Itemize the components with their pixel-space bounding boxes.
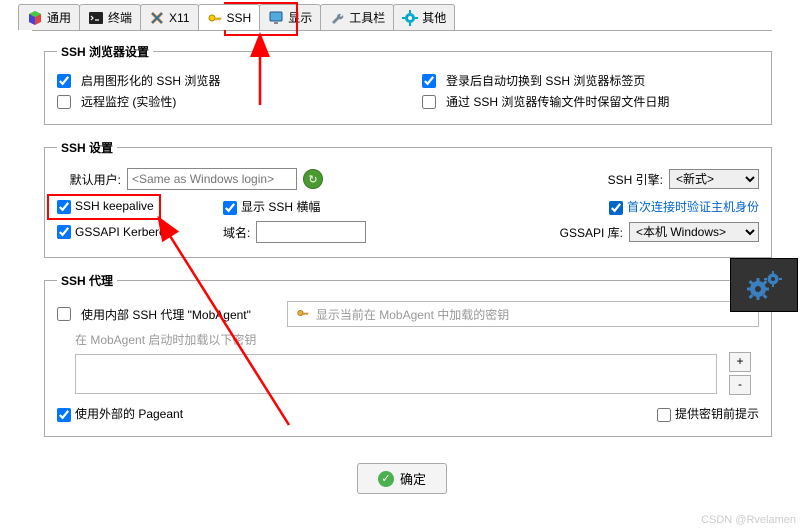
enable-gui-browser-checkbox[interactable] (57, 74, 71, 88)
engine-label: SSH 引擎: (608, 171, 663, 188)
tab-display[interactable]: 显示 (259, 4, 321, 30)
x11-icon (149, 10, 165, 26)
cube-icon (27, 10, 43, 26)
key-icon (296, 306, 310, 323)
tab-toolbar[interactable]: 工具栏 (320, 4, 394, 30)
side-gear-widget[interactable] (730, 258, 798, 312)
prompt-key-label: 提供密钥前提示 (675, 407, 759, 421)
show-banner-label: 显示 SSH 横幅 (241, 200, 320, 214)
tab-label: X11 (169, 11, 189, 25)
tab-ssh[interactable]: SSH (198, 4, 261, 30)
gssapi-label: GSSAPI Kerberos (75, 225, 172, 239)
key-display-text: 显示当前在 MobAgent 中加载的密钥 (316, 306, 509, 323)
verify-host-checkbox[interactable] (609, 201, 623, 215)
show-banner-checkbox[interactable] (223, 201, 237, 215)
domain-label: 域名: (223, 224, 250, 241)
legend: SSH 代理 (57, 272, 117, 289)
keys-textarea[interactable] (75, 354, 717, 394)
ok-button-label: 确定 (400, 469, 426, 488)
auto-switch-checkbox[interactable] (422, 74, 436, 88)
ssh-settings-group: SSH 设置 默认用户: ↻ SSH 引擎: <新式> SSH keepaliv… (44, 139, 772, 258)
gssapi-checkbox[interactable] (57, 225, 71, 239)
enable-gui-browser-label: 启用图形化的 SSH 浏览器 (81, 72, 220, 89)
internal-agent-checkbox[interactable] (57, 307, 71, 321)
default-user-field[interactable] (127, 168, 297, 190)
ok-button[interactable]: ✓ 确定 (357, 463, 447, 494)
monitor-icon (268, 10, 284, 26)
tab-label: 其他 (422, 9, 446, 26)
tab-label: 工具栏 (349, 9, 385, 26)
wrench-icon (329, 10, 345, 26)
watermark: CSDN @Rvelamen (701, 514, 796, 526)
preserve-date-checkbox[interactable] (422, 95, 436, 109)
tab-label: 显示 (288, 9, 312, 26)
ssh-agent-group: SSH 代理 使用内部 SSH 代理 "MobAgent" 显示当前在 MobA… (44, 272, 772, 437)
add-key-button[interactable]: + (729, 352, 751, 372)
prompt-key-checkbox[interactable] (657, 408, 671, 422)
remove-key-button[interactable]: - (729, 375, 751, 395)
engine-select[interactable]: <新式> (669, 169, 759, 189)
gear-icon (402, 10, 418, 26)
tab-bar: 通用 终端 X11 SSH 显示 工具栏 其他 (0, 0, 804, 30)
ok-bar: ✓ 确定 (0, 451, 804, 506)
gssapi-lib-label: GSSAPI 库: (560, 224, 623, 241)
check-icon: ✓ (378, 471, 394, 487)
default-user-label: 默认用户: (57, 171, 121, 188)
keepalive-checkbox[interactable] (57, 200, 71, 214)
tab-other[interactable]: 其他 (393, 4, 455, 30)
tab-label: SSH (227, 11, 252, 25)
domain-field[interactable] (256, 221, 366, 243)
legend: SSH 浏览器设置 (57, 43, 153, 60)
remote-monitor-checkbox[interactable] (57, 95, 71, 109)
reload-button[interactable]: ↻ (303, 169, 323, 189)
tab-label: 通用 (47, 9, 71, 26)
remote-monitor-label: 远程监控 (实验性) (81, 93, 176, 110)
tab-label: 终端 (108, 9, 132, 26)
auto-switch-label: 登录后自动切换到 SSH 浏览器标签页 (446, 72, 645, 89)
legend: SSH 设置 (57, 139, 117, 156)
browser-settings-group: SSH 浏览器设置 启用图形化的 SSH 浏览器 远程监控 (实验性) 登录后自… (44, 43, 772, 125)
tab-general[interactable]: 通用 (18, 4, 80, 30)
tab-terminal[interactable]: 终端 (79, 4, 141, 30)
keepalive-label: SSH keepalive (75, 199, 154, 213)
terminal-icon (88, 10, 104, 26)
verify-host-label: 首次连接时验证主机身份 (627, 200, 759, 214)
load-keys-label: 在 MobAgent 启动时加载以下密钥 (75, 331, 256, 348)
preserve-date-label: 通过 SSH 浏览器传输文件时保留文件日期 (446, 93, 669, 110)
internal-agent-label: 使用内部 SSH 代理 "MobAgent" (81, 306, 251, 323)
tab-x11[interactable]: X11 (140, 4, 198, 30)
key-icon (207, 10, 223, 26)
content-area: SSH 浏览器设置 启用图形化的 SSH 浏览器 远程监控 (实验性) 登录后自… (32, 30, 772, 437)
external-pageant-label: 使用外部的 Pageant (75, 407, 183, 421)
gssapi-lib-select[interactable]: <本机 Windows> (629, 222, 759, 242)
external-pageant-checkbox[interactable] (57, 408, 71, 422)
key-display-box[interactable]: 显示当前在 MobAgent 中加载的密钥 (287, 301, 759, 327)
